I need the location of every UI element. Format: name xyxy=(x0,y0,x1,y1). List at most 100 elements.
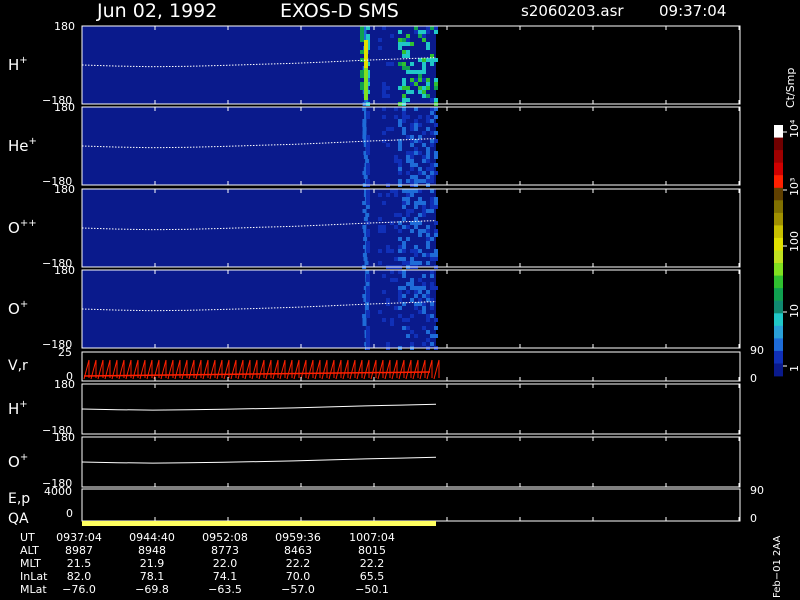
panel-0-cell xyxy=(422,58,426,62)
panel-0-cell xyxy=(418,78,422,82)
panel-1-cell xyxy=(426,127,430,131)
colorbar-tick-label: 10⁴ xyxy=(788,119,800,138)
panel-0-cell xyxy=(422,86,426,90)
header-file: s2060203.asr xyxy=(521,2,624,20)
panel-0-cell xyxy=(382,86,386,90)
panel-1-cell xyxy=(422,159,426,163)
panel-1-cell xyxy=(390,127,394,131)
footer-value: 21.9 xyxy=(140,557,165,570)
panel-1-cell xyxy=(426,159,430,163)
panel-2-cell xyxy=(390,249,394,253)
panel-1-cell xyxy=(402,127,406,131)
panel-1-cell xyxy=(394,155,398,159)
panel-3-ymax: 180 xyxy=(54,264,75,277)
panel-0-cell xyxy=(360,50,364,54)
panel-0-cell xyxy=(402,38,406,42)
panel-3-cell xyxy=(386,342,390,346)
line-panel-0-label-sup: + xyxy=(19,399,27,410)
panel-1-ymax: 180 xyxy=(54,101,75,114)
panel-3-cell xyxy=(426,290,430,294)
panel-3-cell xyxy=(366,330,370,334)
panel-0-cell xyxy=(434,98,438,102)
panel-2-cell xyxy=(366,193,370,197)
panel-2-cell xyxy=(366,249,370,253)
header-date: Jun 02, 1992 xyxy=(96,0,217,22)
panel-1-cell xyxy=(434,155,438,159)
panel-0-cell xyxy=(364,92,368,96)
footer-row-label: MLat xyxy=(20,583,47,596)
panel-1-cell xyxy=(366,151,370,155)
colorbar-swatch xyxy=(774,325,783,339)
panel-3-cell xyxy=(362,294,367,298)
panel-3-cell xyxy=(366,342,370,346)
panel-3-cell xyxy=(366,338,370,342)
footer-value: −63.5 xyxy=(208,583,242,596)
panel-2-cell xyxy=(398,249,402,253)
panel-3-cell xyxy=(434,286,438,290)
panel-0-cell xyxy=(386,86,390,90)
panel-1-cell xyxy=(398,159,402,163)
panel-1-cell xyxy=(434,123,438,127)
panel-3-cell xyxy=(378,310,382,314)
panel-3-cell xyxy=(410,278,414,282)
panel-2-cell xyxy=(402,197,406,201)
panel-1-cell xyxy=(406,159,410,163)
panel-1-cell xyxy=(406,155,410,159)
panel-1-cell xyxy=(398,167,402,171)
panel-0-cell xyxy=(434,82,438,86)
panel-1-cell xyxy=(366,135,370,139)
panel-0-ymax: 180 xyxy=(54,20,75,33)
panel-3-cell xyxy=(434,318,438,322)
panel-3-cell xyxy=(394,278,398,282)
panel-2-cell xyxy=(363,257,368,261)
panel-1-cell xyxy=(410,123,414,127)
panel-0-cell xyxy=(364,80,368,84)
panel-3-cell xyxy=(422,310,426,314)
panel-3-cell xyxy=(406,326,410,330)
footer-value: 0959:36 xyxy=(275,531,321,544)
panel-1-cell xyxy=(362,135,367,139)
panel-3-cell xyxy=(430,334,434,338)
panel-0-cell xyxy=(402,42,406,46)
panel-0-cell xyxy=(422,90,426,94)
panel-2-cell xyxy=(430,197,434,201)
panel-3-cell xyxy=(430,270,434,274)
footer-value: 0952:08 xyxy=(202,531,248,544)
panel-0-cell xyxy=(406,86,410,90)
panel-1-cell xyxy=(386,127,390,131)
footer-value: 22.2 xyxy=(360,557,385,570)
panel-1-cell xyxy=(366,143,370,147)
panel-2-cell xyxy=(410,229,414,233)
panel-3-cell xyxy=(366,274,370,278)
panel-2-cell xyxy=(394,257,398,261)
panel-2-cell xyxy=(382,225,386,229)
panel-3-cell xyxy=(386,298,390,302)
panel-1-cell xyxy=(362,119,367,123)
panel-3-cell xyxy=(362,314,367,318)
colorbar-swatch xyxy=(774,350,783,364)
panel-0-cell xyxy=(360,74,364,78)
panel-0-label-sup: + xyxy=(19,55,27,66)
panel-3-cell xyxy=(366,290,370,294)
panel-2-cell xyxy=(406,189,410,193)
panel-2-cell xyxy=(382,229,386,233)
panel-3-cell xyxy=(398,270,402,274)
panel-1-cell xyxy=(382,131,386,135)
footer-value: 74.1 xyxy=(213,570,238,583)
panel-3-cell xyxy=(366,310,370,314)
panel-3-cell xyxy=(422,302,426,306)
panel-1-cell xyxy=(414,123,418,127)
panel-0-cell xyxy=(434,26,438,30)
panel-3-cell xyxy=(418,310,422,314)
panel-1-cell xyxy=(418,179,422,183)
panel-0-cell xyxy=(402,62,406,66)
colorbar-tick-label: 1 xyxy=(788,365,800,372)
panel-2-cell xyxy=(366,229,370,233)
panel-2-cell xyxy=(414,245,418,249)
panel-2-cell xyxy=(426,233,430,237)
panel-1-cell xyxy=(434,131,438,135)
panel-3-cell xyxy=(366,286,370,290)
footer-value: −57.0 xyxy=(281,583,315,596)
panel-1-cell xyxy=(410,167,414,171)
panel-0-cell xyxy=(406,70,410,74)
